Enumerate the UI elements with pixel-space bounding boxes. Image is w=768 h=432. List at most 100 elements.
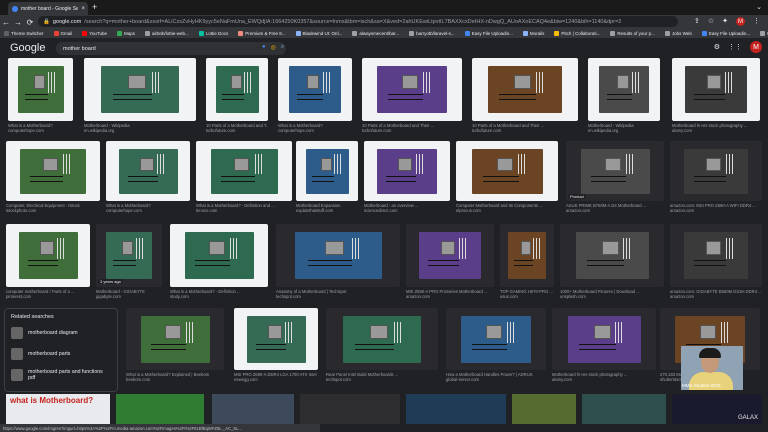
bookmark-item[interactable]: barryotb/laravel-s... <box>409 31 455 36</box>
tab-search-icon[interactable]: ⌄ <box>756 3 762 11</box>
image-result[interactable]: What is a Motherboard? - Definition and … <box>196 141 292 215</box>
result-caption[interactable]: Motherboard hi-res stock photography ...… <box>672 123 760 133</box>
result-caption[interactable]: 10 Parts of a Motherboard and Their ... t… <box>472 123 578 133</box>
image-result[interactable]: What is a Motherboard? computerhope.com <box>8 58 73 135</box>
result-caption[interactable]: amazon.com: GIGABYTE B550M DS3H DDR4 ...… <box>670 289 762 299</box>
bookmark-item[interactable]: Easy File Uploadin... <box>464 31 513 36</box>
forward-icon[interactable]: → <box>12 18 24 27</box>
search-input[interactable]: mother board <box>56 42 286 55</box>
image-result[interactable]: TOP GAMING H670-PRO ... asus.com <box>500 224 554 301</box>
new-tab-button[interactable]: + <box>92 2 97 12</box>
image-result[interactable]: What is a Motherboard? - Definition ... s… <box>170 224 268 301</box>
result-caption[interactable]: What is a Motherboard? - Definition and … <box>196 203 292 213</box>
bookmark-item[interactable]: Results of your p... <box>610 31 655 36</box>
result-caption[interactable]: Rear Panel Intel Build Motherboards ... t… <box>326 372 438 382</box>
image-thumbnail[interactable] <box>170 224 268 287</box>
image-result-partial[interactable] <box>300 394 400 424</box>
result-caption[interactable]: Anatomy of a Motherboard | TechSpot techs… <box>276 289 400 299</box>
image-result-partial[interactable] <box>406 394 506 424</box>
image-result-partial[interactable] <box>116 394 204 424</box>
image-result-partial[interactable]: GALAX <box>672 394 762 424</box>
bookmark-star-icon[interactable]: ☆ <box>708 17 714 26</box>
bookmark-item[interactable]: Jobs Web <box>664 31 692 36</box>
image-thumbnail[interactable] <box>446 308 546 370</box>
search-icon[interactable]: ⌕ <box>281 44 284 51</box>
bookmark-item[interactable]: Maps <box>116 31 135 36</box>
bookmark-item[interactable]: Bladewind UI: Onl... <box>295 31 342 36</box>
image-thumbnail[interactable] <box>234 308 318 370</box>
profile-avatar-small[interactable]: M <box>736 17 745 26</box>
image-result[interactable]: amazon.com: GIGABYTE B550M DS3H DDR4 ...… <box>670 224 762 301</box>
image-thumbnail[interactable] <box>670 141 762 201</box>
image-thumbnail[interactable] <box>566 141 664 201</box>
result-caption[interactable]: What is a Motherboard? - Definition ... s… <box>170 289 268 299</box>
google-logo[interactable]: Google <box>10 42 45 54</box>
result-caption[interactable]: 1000+ Motherboard Pictures | Download ..… <box>560 289 664 299</box>
image-thumbnail[interactable] <box>364 141 450 201</box>
image-thumbnail[interactable] <box>406 224 494 287</box>
image-thumbnail[interactable] <box>588 58 660 121</box>
bookmark-item[interactable]: Easy File Uploadin... <box>701 31 750 36</box>
bookmark-item[interactable]: Lottie Docs <box>198 31 228 36</box>
address-bar[interactable]: 🔒 google.com/search?q=mother+board&sxsrf… <box>38 16 678 27</box>
image-result[interactable]: amazon.com: MSI PRO Z690-A WIFI DDR4 ...… <box>670 141 762 215</box>
bookmark-item[interactable]: Moralis <box>522 31 544 36</box>
result-caption[interactable]: Motherboard - Wikipedia en.wikipedia.org <box>588 123 660 133</box>
result-caption[interactable]: Motherboard - Wikipedia en.wikipedia.org <box>84 123 196 133</box>
result-caption[interactable]: computer motherboard / Parts of a ... pin… <box>6 289 90 299</box>
result-caption[interactable]: How a Motherboard Handles Power? | ADRUS… <box>446 372 546 382</box>
settings-gear-icon[interactable]: ⚙ <box>714 43 720 51</box>
account-avatar[interactable]: M <box>750 41 762 53</box>
image-thumbnail[interactable] <box>456 141 558 201</box>
result-caption[interactable]: ASUS PRIME B760M-A D4 Motherboard ... ama… <box>566 203 664 213</box>
image-result[interactable]: Anatomy of a Motherboard | TechSpot techs… <box>276 224 400 301</box>
image-result[interactable]: 10 Parts of a Motherboard and Their ... t… <box>362 58 462 135</box>
image-result[interactable]: Computer Motherboard and Its Components … <box>456 141 558 215</box>
image-result[interactable]: What is a Motherboard? computerhope.com <box>278 58 352 135</box>
image-result[interactable]: ASUS PRIME B760M-A D4 Motherboard ... ama… <box>566 141 664 215</box>
result-caption[interactable]: Computer, Electrical Equipment - iStock i… <box>6 203 100 213</box>
result-caption[interactable]: TOP GAMING H670-PRO ... asus.com <box>500 289 554 299</box>
image-result[interactable]: MSI PRO Z690-A DDR4 LGA 1700 ATX Intel .… <box>234 308 318 384</box>
bookmark-item[interactable]: Gmail <box>53 31 72 36</box>
bookmark-item[interactable]: YouTube <box>82 31 107 36</box>
bookmark-item[interactable]: Theme Switcher <box>4 31 44 36</box>
image-result-partial[interactable] <box>582 394 666 424</box>
result-caption[interactable]: Computer Motherboard and Its Components … <box>456 203 558 213</box>
related-search-item[interactable]: motherboard parts <box>11 347 111 361</box>
result-caption[interactable]: Motherboard Expansion explainthatstuff.co… <box>296 203 358 213</box>
image-result[interactable]: 10 Parts of a Motherboard and Their ... t… <box>472 58 578 135</box>
result-caption[interactable]: 10 Parts of a Motherboard and Their ... t… <box>362 123 462 133</box>
result-caption[interactable]: What is a Motherboard? Explained | Beebo… <box>126 372 224 382</box>
tab-close-icon[interactable]: × <box>81 6 88 12</box>
image-thumbnail[interactable] <box>552 308 656 370</box>
image-thumbnail[interactable] <box>6 141 100 201</box>
image-result[interactable]: Motherboard - Wikipedia en.wikipedia.org <box>588 58 660 135</box>
image-result[interactable]: 1000+ Motherboard Pictures | Download ..… <box>560 224 664 301</box>
image-result[interactable]: computer motherboard / Parts of a ... pin… <box>6 224 90 301</box>
image-result[interactable]: What is a Motherboard? Explained | Beebo… <box>126 308 224 384</box>
image-thumbnail[interactable] <box>206 58 268 121</box>
image-result[interactable]: Computer, Electrical Equipment - iStock i… <box>6 141 100 215</box>
result-caption[interactable]: Motherboard hi-res stock photography ...… <box>552 372 656 382</box>
related-search-item[interactable]: motherboard diagram <box>11 326 111 340</box>
image-result-partial[interactable] <box>512 394 576 424</box>
image-thumbnail[interactable] <box>8 58 73 121</box>
image-result[interactable]: 10 Parts of a Motherboard and T... turbof… <box>206 58 268 135</box>
image-thumbnail[interactable] <box>560 224 664 287</box>
bookmark-item[interactable]: Premium & Free 8... <box>238 31 286 36</box>
related-search-item[interactable]: motherboard parts and functions pdf <box>11 368 111 382</box>
image-thumbnail[interactable] <box>126 308 224 370</box>
extensions-icon[interactable]: ✦ <box>722 17 728 26</box>
image-thumbnail[interactable] <box>6 224 90 287</box>
result-caption[interactable]: 10 Parts of a Motherboard and T... turbof… <box>206 123 268 133</box>
image-result[interactable]: What is a Motherboard? computerhope.com <box>106 141 190 215</box>
image-thumbnail[interactable] <box>106 141 190 201</box>
image-thumbnail[interactable] <box>362 58 462 121</box>
image-result[interactable]: Motherboard Expansion explainthatstuff.co… <box>296 141 358 215</box>
bookmark-item[interactable]: alwaysmecent/bar... <box>352 31 399 36</box>
result-caption[interactable]: What is a Motherboard? computerhope.com <box>278 123 352 133</box>
image-thumbnail[interactable] <box>196 141 292 201</box>
image-thumbnail[interactable] <box>278 58 352 121</box>
result-caption[interactable]: Motherboard - GIGABYTE gigabyte.com <box>96 289 162 299</box>
